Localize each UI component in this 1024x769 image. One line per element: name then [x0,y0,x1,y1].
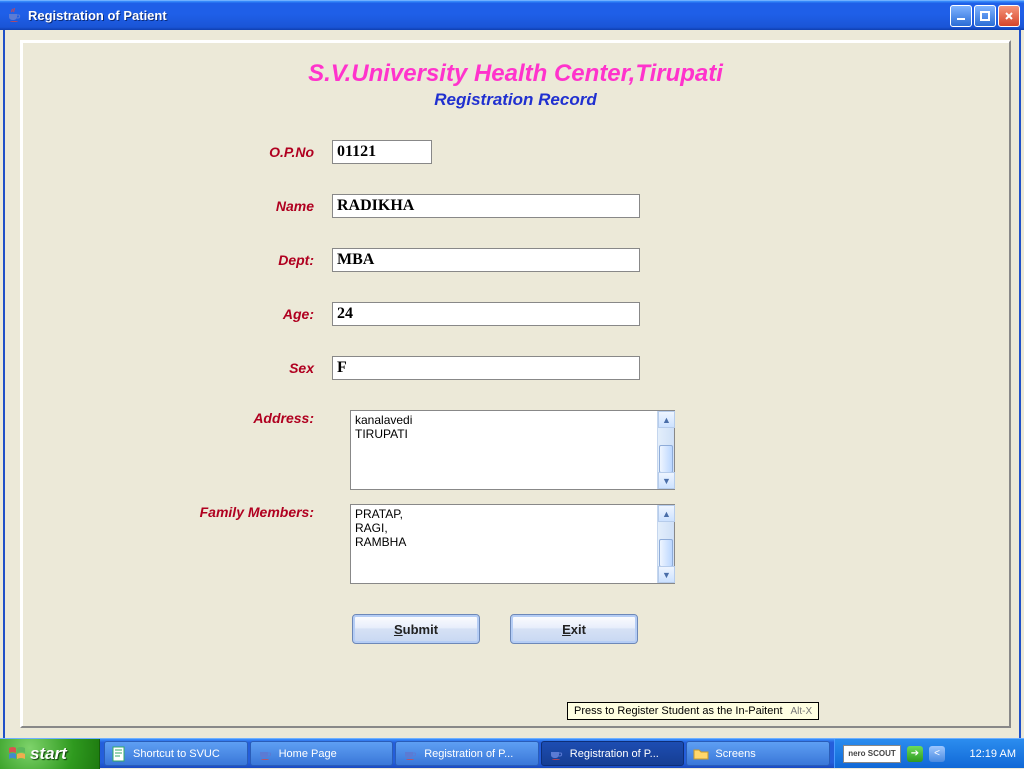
opno-field[interactable] [332,140,432,164]
task-item-reg2[interactable]: Registration of P... [541,741,685,766]
maximize-button[interactable] [974,5,996,27]
heading: S.V.University Health Center,Tirupati Re… [22,60,1009,110]
system-tray: nero SCOUT ➔ < 12:19 AM [834,739,1024,768]
tooltip-text: Press to Register Student as the In-Pait… [574,705,783,717]
task-item-reg1[interactable]: Registration of P... [395,741,539,766]
java-icon [6,8,22,24]
tray-chevron-icon[interactable]: < [929,746,945,762]
task-item-shortcut[interactable]: Shortcut to SVUC [104,741,248,766]
task-label: Screens [715,748,755,760]
close-button[interactable] [998,5,1020,27]
scroll-up-icon[interactable]: ▲ [658,411,675,428]
nero-scout-badge[interactable]: nero SCOUT [843,745,901,763]
minimize-button[interactable] [950,5,972,27]
task-label: Home Page [279,748,337,760]
task-item-screens[interactable]: Screens [686,741,830,766]
scroll-thumb[interactable] [659,539,673,567]
page-subtitle: Registration Record [22,90,1009,110]
address-field[interactable] [351,411,657,489]
exit-tooltip: Press to Register Student as the In-Pait… [567,702,819,720]
dept-field[interactable] [332,248,640,272]
sex-field[interactable] [332,356,640,380]
shortcut-icon [111,746,127,762]
scroll-down-icon[interactable]: ▼ [658,566,675,583]
folder-icon [693,746,709,762]
start-label: start [30,744,67,764]
tooltip-shortcut: Alt-X [791,706,813,717]
java-icon [257,746,273,762]
age-field[interactable] [332,302,640,326]
address-scrollbar[interactable]: ▲ ▼ [657,411,674,489]
scroll-up-icon[interactable]: ▲ [658,505,675,522]
task-label: Registration of P... [570,748,659,760]
start-button[interactable]: start [0,739,100,769]
dept-label: Dept: [22,252,332,268]
form-panel: S.V.University Health Center,Tirupati Re… [20,40,1011,728]
family-wrap: ▲ ▼ [350,504,675,584]
tray-clock: 12:19 AM [970,748,1016,760]
family-field[interactable] [351,505,657,583]
window-titlebar: Registration of Patient [0,0,1024,30]
java-icon [402,746,418,762]
tray-arrow-icon[interactable]: ➔ [907,746,923,762]
window-title: Registration of Patient [28,8,950,23]
address-wrap: ▲ ▼ [350,410,675,490]
window-client: S.V.University Health Center,Tirupati Re… [3,30,1021,738]
task-label: Shortcut to SVUC [133,748,220,760]
name-field[interactable] [332,194,640,218]
java-icon [548,746,564,762]
task-item-home[interactable]: Home Page [250,741,394,766]
scroll-down-icon[interactable]: ▼ [658,472,675,489]
family-scrollbar[interactable]: ▲ ▼ [657,505,674,583]
task-label: Registration of P... [424,748,513,760]
exit-button[interactable]: Exit [510,614,638,644]
scroll-thumb[interactable] [659,445,673,473]
name-label: Name [22,198,332,214]
taskbar-items: Shortcut to SVUC Home Page Registration … [100,739,834,768]
age-label: Age: [22,306,332,322]
address-label: Address: [22,410,332,426]
sex-label: Sex [22,360,332,376]
submit-button[interactable]: Submit [352,614,480,644]
family-label: Family Members: [22,504,332,520]
opno-label: O.P.No [22,144,332,160]
org-title: S.V.University Health Center,Tirupati [22,60,1009,88]
registration-form: O.P.No Name Dept: Age: Sex Address: [22,140,1009,644]
taskbar: start Shortcut to SVUC Home Page Registr… [0,738,1024,768]
windows-logo-icon [8,746,26,762]
